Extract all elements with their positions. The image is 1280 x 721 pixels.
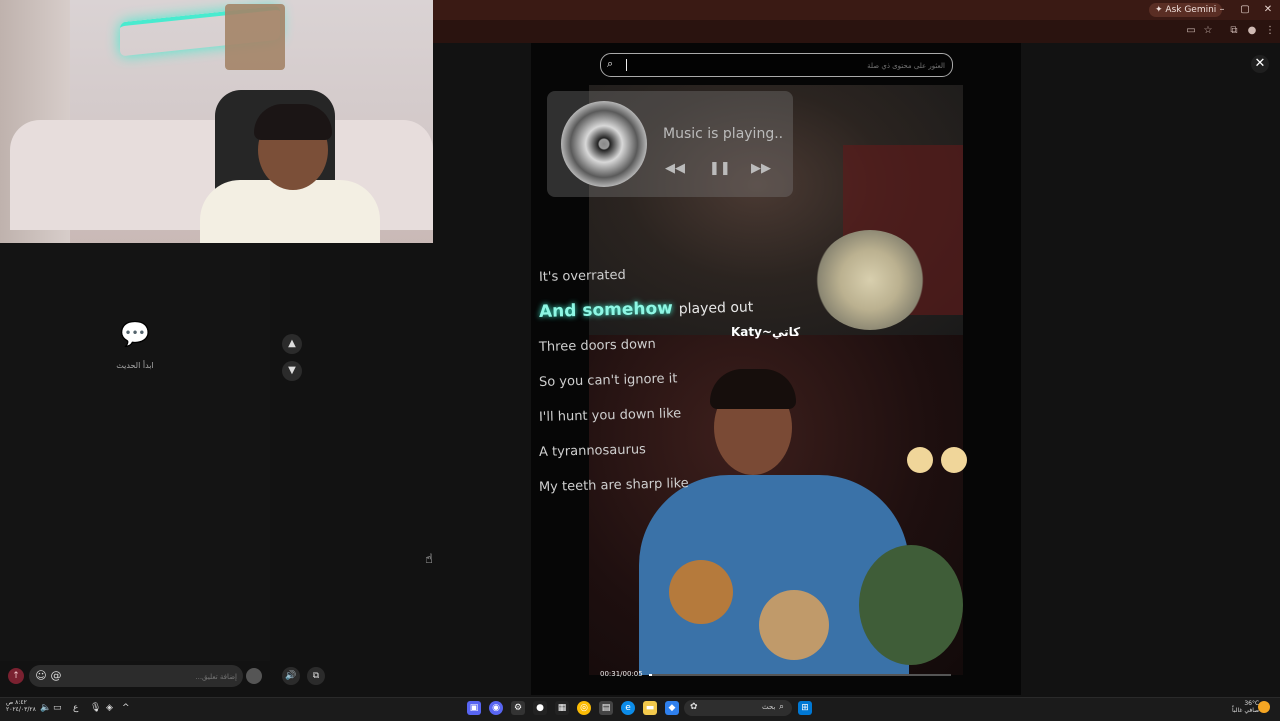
lyric-highlight: And somehow xyxy=(538,298,674,322)
progress-fill xyxy=(649,674,652,676)
creator-watermark: Katy~كاتي xyxy=(731,325,801,339)
video-time: 00:31/00:05 xyxy=(600,670,643,678)
discord-icon[interactable]: ◉ xyxy=(489,701,503,715)
user-avatar xyxy=(246,668,262,684)
comments-panel xyxy=(0,243,270,661)
trophy-shelf xyxy=(225,4,285,70)
cast-icon[interactable]: ▭ xyxy=(1183,24,1199,38)
related-search-input[interactable] xyxy=(631,57,947,75)
hand-cursor-icon: ☝ xyxy=(425,552,433,567)
comment-input-pill: ☺ @ xyxy=(29,665,243,687)
webcam-feed xyxy=(0,0,433,243)
lyric-line: A tyrannosaurus xyxy=(538,442,647,460)
sun-icon xyxy=(1258,701,1270,713)
weather-desc: صافي غالباً xyxy=(1232,707,1260,714)
media-icon[interactable]: ▦ xyxy=(555,701,569,715)
windows-start-icon[interactable]: ⊞ xyxy=(798,701,812,715)
empty-comments-text: ابدأ الحديث xyxy=(116,361,154,370)
store-icon[interactable]: ▤ xyxy=(599,701,613,715)
volume-tray-icon[interactable]: 🔈 xyxy=(40,703,51,713)
settings-icon[interactable]: ⚙ xyxy=(511,701,525,715)
rewind-icon: ◀◀ xyxy=(665,161,685,176)
streamer xyxy=(190,104,380,243)
minimize-button[interactable]: – xyxy=(1213,2,1231,18)
weather-widget[interactable]: 36°C صافي غالباً xyxy=(1232,700,1259,714)
network-tray-icon[interactable]: ▭ xyxy=(53,703,62,713)
emoji-icon[interactable]: ☺ xyxy=(34,669,48,683)
vinyl-disc-icon xyxy=(561,101,647,187)
app-tray-icon[interactable]: ◈ xyxy=(106,703,113,713)
browser-toolbar xyxy=(433,20,1280,43)
volume-icon[interactable]: 🔊 xyxy=(282,667,300,685)
previous-video-button[interactable]: ▲ xyxy=(282,334,302,354)
clock-date: ٢٠٢٤/٠٣/٢٨ xyxy=(6,706,36,713)
weather-temp: 36°C xyxy=(1244,700,1260,707)
lyric-line: Three doors down xyxy=(538,336,657,355)
send-button[interactable]: ↑ xyxy=(8,668,24,684)
video-player[interactable]: ⌕ Music is playing.. ◀◀ ❚❚ ▶▶ It's overr… xyxy=(531,43,1021,695)
ask-gemini-label: Ask Gemini xyxy=(1165,5,1217,15)
app-icon[interactable]: ▣ xyxy=(467,701,481,715)
menu-icon[interactable]: ⋮ xyxy=(1262,24,1278,38)
search-icon: ⌕ xyxy=(607,57,614,70)
lyric-line: It's overrated xyxy=(538,267,627,285)
github-icon[interactable]: ● xyxy=(533,701,547,715)
related-search-bar[interactable]: ⌕ xyxy=(600,53,953,77)
star-icon[interactable]: ☆ xyxy=(1200,24,1216,38)
office-icon[interactable]: ◆ xyxy=(665,701,679,715)
search-icon: ⌕ xyxy=(779,702,785,712)
comment-input[interactable] xyxy=(73,668,239,686)
fast-forward-icon: ▶▶ xyxy=(751,161,771,176)
taskbar-search[interactable]: ✿ بحث ⌕ xyxy=(684,700,792,716)
close-icon[interactable]: ✕ xyxy=(1251,55,1269,73)
taskbar-search-text: بحث xyxy=(762,703,776,711)
mention-icon[interactable]: @ xyxy=(49,669,63,683)
chevron-up-icon[interactable]: ^ xyxy=(122,703,130,713)
file-explorer-icon[interactable]: ▬ xyxy=(643,701,657,715)
copy-link-icon[interactable]: ⧉ xyxy=(307,667,325,685)
profile-icon[interactable]: ● xyxy=(1244,24,1260,38)
edge-icon[interactable]: e xyxy=(621,701,635,715)
ask-gemini-button[interactable]: ✦ Ask Gemini xyxy=(1149,3,1223,17)
chrome-icon[interactable]: ◎ xyxy=(577,701,591,715)
lyric-rest: played out xyxy=(678,299,754,318)
mic-tray-icon[interactable]: 🎙 xyxy=(90,703,101,713)
search-highlight-icon: ✿ xyxy=(690,702,698,712)
language-indicator[interactable]: ع xyxy=(73,703,78,713)
taskbar xyxy=(0,697,1280,721)
next-video-button[interactable]: ▼ xyxy=(282,361,302,381)
chat-bubbles-icon: 💬 xyxy=(120,320,150,348)
maximize-button[interactable]: ▢ xyxy=(1236,2,1254,18)
clock-time: ٨:٤٢ ص xyxy=(6,699,27,706)
close-window-button[interactable]: ✕ xyxy=(1259,2,1277,18)
pause-icon: ❚❚ xyxy=(709,161,731,176)
music-status: Music is playing.. xyxy=(663,126,784,142)
taskbar-clock[interactable]: ٨:٤٢ ص ٢٠٢٤/٠٣/٢٨ xyxy=(6,699,36,713)
progress-track[interactable] xyxy=(649,674,951,676)
extension-icon[interactable]: ⧉ xyxy=(1226,24,1242,38)
